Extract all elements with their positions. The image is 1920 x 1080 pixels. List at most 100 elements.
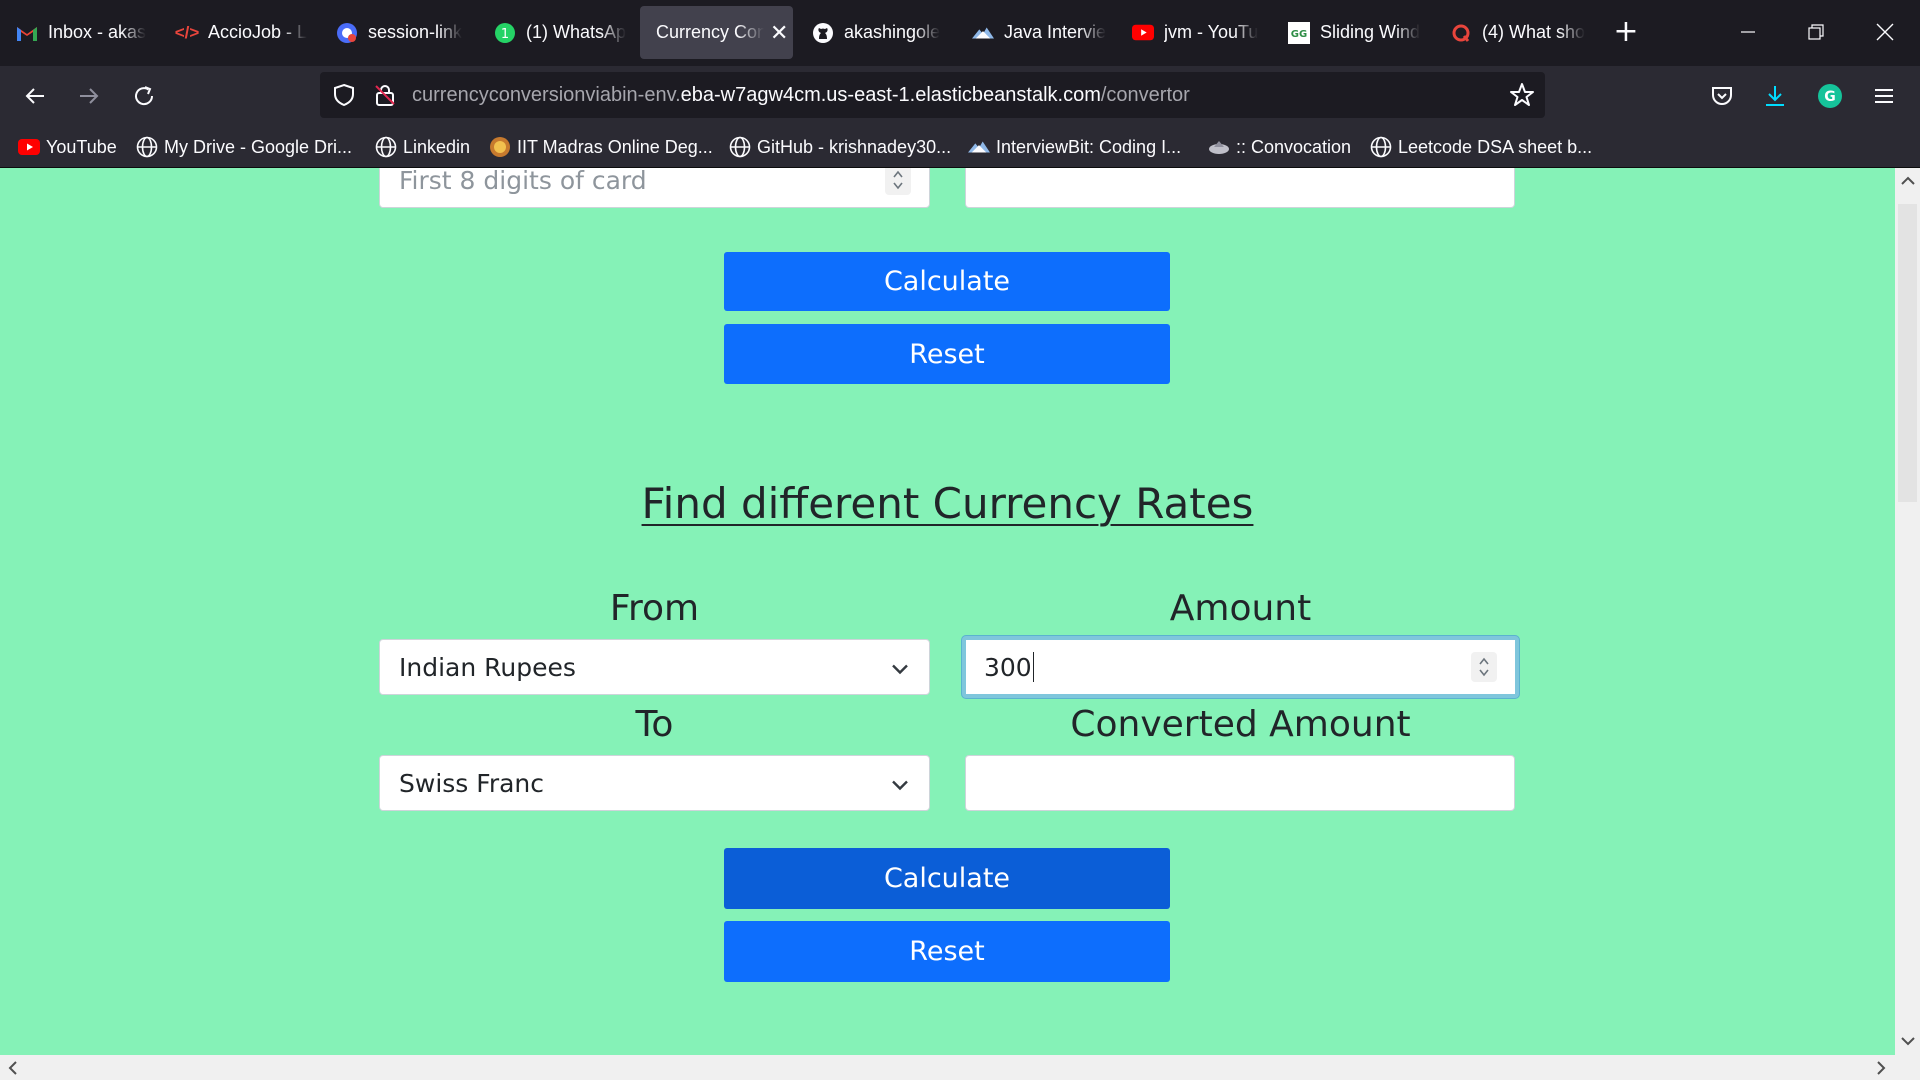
converted-amount-label: Converted Amount	[1070, 704, 1411, 745]
interviewbit-icon	[968, 136, 990, 158]
bookmark-interviewbit[interactable]: InterviewBit: Coding I...	[968, 135, 1181, 159]
calculate-rate-button[interactable]: Calculate	[724, 848, 1170, 909]
from-currency-select[interactable]: Indian Rupees	[379, 639, 930, 695]
number-spinner-icon[interactable]	[1471, 652, 1497, 682]
vertical-scrollbar-thumb[interactable]	[1898, 204, 1917, 502]
bookmark-label: InterviewBit: Coding I...	[996, 136, 1182, 157]
amount-label: Amount	[1169, 588, 1312, 629]
reload-button[interactable]	[124, 76, 164, 116]
svg-text:1: 1	[501, 27, 509, 42]
tab-github[interactable]: akashingole	[796, 6, 956, 59]
download-icon	[1766, 86, 1784, 106]
minimize-button[interactable]	[1718, 10, 1778, 54]
pocket-icon	[1712, 87, 1732, 105]
tab-title: akashingole	[844, 22, 941, 42]
url-path: /convertor	[1100, 84, 1190, 106]
calculate-button[interactable]: Calculate	[724, 252, 1170, 311]
scroll-right-icon[interactable]	[1870, 1057, 1892, 1079]
tab-bar: Inbox - akas </> AccioJob - L session-li…	[0, 0, 1920, 66]
youtube-icon	[18, 136, 40, 158]
to-label: To	[635, 704, 674, 745]
chevron-down-icon	[891, 653, 909, 682]
iitm-icon	[489, 136, 511, 158]
youtube-icon	[1132, 22, 1154, 44]
tab-session-link[interactable]: session-link	[320, 6, 480, 59]
bookmarks-toolbar: YouTube My Drive - Google Dri... Linkedi…	[0, 126, 1920, 168]
tab-acciojob[interactable]: </> AccioJob - L	[160, 6, 324, 59]
converted-amount-field[interactable]	[965, 755, 1515, 811]
tab-whatsapp[interactable]: 1 (1) WhatsAp	[478, 6, 638, 59]
bookmark-label: IIT Madras Online Deg...	[517, 136, 713, 157]
new-tab-button[interactable]: +	[1608, 14, 1644, 50]
tab-youtube-jvm[interactable]: jvm - YouTu	[1116, 6, 1276, 59]
tab-title: Sliding Wind	[1320, 22, 1421, 42]
scroll-down-icon[interactable]	[1897, 1030, 1919, 1052]
tab-title: (4) What sho	[1482, 22, 1586, 42]
quora-icon	[1450, 22, 1472, 44]
bookmark-linkedin[interactable]: Linkedin	[375, 135, 470, 159]
convocation-icon	[1208, 136, 1230, 158]
address-bar[interactable]: currencyconversionviabin-env.eba-w7agw4c…	[320, 72, 1545, 118]
card-digits-input[interactable]: First 8 digits of card	[379, 168, 930, 208]
grammarly-extension-button[interactable]: G	[1810, 76, 1850, 116]
tab-sliding-window[interactable]: GG Sliding Wind	[1272, 6, 1432, 59]
bookmark-label: My Drive - Google Dri...	[164, 136, 353, 157]
calculate-button-label: Calculate	[883, 266, 1011, 297]
forward-button[interactable]	[69, 76, 109, 116]
tab-quora[interactable]: (4) What sho	[1434, 6, 1594, 59]
bookmark-star-icon[interactable]	[1509, 82, 1535, 113]
to-currency-value: Swiss Franc	[399, 768, 545, 798]
tab-title: (1) WhatsAp	[526, 22, 627, 42]
url-text[interactable]: currencyconversionviabin-env.eba-w7agw4c…	[412, 72, 1190, 118]
section-heading: Find different Currency Rates	[641, 479, 1254, 528]
card-digits-placeholder: First 8 digits of card	[399, 168, 647, 195]
close-icon[interactable]: ✕	[770, 20, 788, 46]
card-result-field[interactable]	[965, 168, 1515, 208]
reset-rate-button[interactable]: Reset	[724, 921, 1170, 982]
number-spinner-icon[interactable]	[885, 168, 911, 195]
tab-currency-converter[interactable]: Currency Con ✕	[640, 6, 793, 59]
downloads-button[interactable]	[1755, 76, 1795, 116]
reset-button[interactable]: Reset	[724, 324, 1170, 384]
bookmark-github-krishnadey[interactable]: GitHub - krishnadey30...	[729, 135, 951, 159]
insecure-lock-icon[interactable]	[373, 83, 397, 112]
shield-icon[interactable]	[332, 83, 356, 112]
from-label: From	[609, 588, 700, 629]
page-content: First 8 digits of card Calculate Reset F…	[0, 168, 1895, 1055]
amount-input[interactable]: 300	[962, 636, 1519, 698]
reset-rate-button-label: Reset	[909, 936, 985, 967]
bookmark-leetcode-dsa[interactable]: Leetcode DSA sheet b...	[1370, 135, 1592, 159]
bookmark-label: Linkedin	[403, 136, 471, 157]
pocket-button[interactable]	[1702, 76, 1742, 116]
whatsapp-icon: 1	[494, 22, 516, 44]
bookmark-iit-madras[interactable]: IIT Madras Online Deg...	[489, 135, 713, 159]
bookmark-label: GitHub - krishnadey30...	[757, 136, 952, 157]
tab-title: session-link	[368, 22, 463, 42]
back-button[interactable]	[15, 76, 55, 116]
horizontal-scrollbar[interactable]	[0, 1055, 1920, 1080]
menu-button[interactable]	[1864, 76, 1904, 116]
tab-title: Inbox - akas	[48, 22, 147, 42]
interviewbit-icon	[972, 22, 994, 44]
gfg-icon: GG	[1288, 21, 1310, 44]
reload-icon	[135, 86, 154, 106]
tab-title: Currency Con	[656, 22, 764, 42]
arrow-left-icon	[25, 88, 44, 104]
to-currency-select[interactable]: Swiss Franc	[379, 755, 930, 811]
scroll-up-icon[interactable]	[1897, 170, 1919, 192]
tab-java-interview[interactable]: Java Intervie	[956, 6, 1116, 59]
scroll-left-icon[interactable]	[2, 1057, 24, 1079]
bookmark-my-drive[interactable]: My Drive - Google Dri...	[136, 135, 352, 159]
reset-button-label: Reset	[909, 338, 985, 370]
text-caret	[1032, 652, 1034, 682]
tab-title: Java Intervie	[1004, 22, 1107, 42]
minimize-icon	[1741, 31, 1755, 33]
tab-title: AccioJob - L	[208, 22, 308, 42]
bookmark-convocation[interactable]: :: Convocation	[1208, 135, 1351, 159]
tab-gmail[interactable]: Inbox - akas	[0, 6, 160, 59]
globe-icon	[375, 136, 397, 158]
acciojob-icon: </>	[174, 22, 200, 42]
bookmark-youtube[interactable]: YouTube	[18, 135, 117, 159]
close-window-button[interactable]	[1855, 10, 1915, 54]
restore-button[interactable]	[1786, 10, 1846, 54]
